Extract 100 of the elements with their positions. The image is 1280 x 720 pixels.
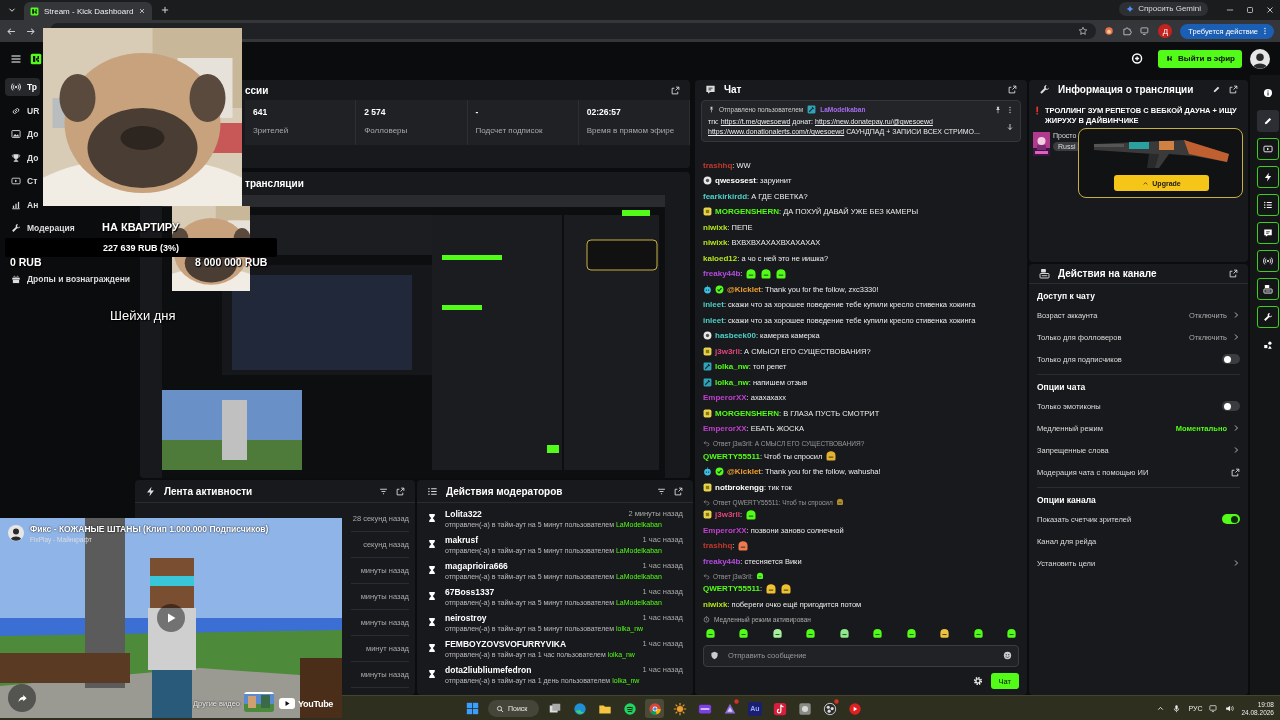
go-live-button[interactable]: Выйти в эфир (1158, 49, 1242, 68)
chat-username[interactable]: MORGENSHERN (715, 408, 779, 418)
popout-icon[interactable] (674, 486, 683, 496)
chat-username[interactable]: inleet (703, 315, 724, 325)
username: 67Boss1337 (445, 586, 495, 597)
maximize-icon[interactable] (1245, 5, 1255, 15)
broadcast-button[interactable] (1256, 250, 1279, 272)
chevron-right-icon[interactable] (1232, 559, 1240, 567)
toggle-switch[interactable] (1222, 401, 1240, 411)
chevron-right-icon[interactable] (1232, 446, 1240, 454)
media-icon[interactable] (1140, 26, 1151, 36)
start-icon[interactable] (466, 702, 479, 715)
sidebar-item[interactable]: UR (5, 101, 43, 120)
chat-username[interactable]: j3w3rll (715, 510, 740, 520)
panel-title: Действия на канале (1058, 268, 1157, 279)
chat-button[interactable] (1256, 222, 1279, 244)
chat-username[interactable]: QWERTY55511 (703, 451, 760, 461)
more-icon[interactable] (1006, 105, 1014, 114)
volume-icon[interactable] (1225, 704, 1235, 713)
chat-username[interactable]: j3w3rll (715, 346, 740, 356)
filter-icon[interactable] (379, 486, 388, 496)
wrench-button[interactable] (1256, 306, 1279, 328)
username: dota2liubliumefedron (445, 664, 532, 675)
video-button[interactable] (1256, 138, 1279, 160)
add-circle-icon[interactable] (1131, 52, 1145, 65)
toggle-switch[interactable] (1222, 514, 1240, 524)
browser-icon[interactable] (572, 701, 587, 716)
chat-username[interactable]: QWERTY55511 (703, 584, 760, 594)
extension-icon[interactable] (1104, 26, 1115, 36)
chat-icon (705, 83, 716, 95)
forward-icon[interactable] (25, 25, 36, 37)
close-icon[interactable] (1265, 5, 1275, 15)
sidebar-item[interactable]: Ан (5, 195, 42, 214)
settings-icon[interactable] (972, 676, 983, 686)
sun-icon[interactable] (672, 701, 687, 716)
app-icon[interactable] (797, 701, 812, 716)
music-app-icon[interactable] (622, 701, 637, 716)
popout-icon[interactable] (1008, 84, 1017, 94)
chat-username[interactable]: notbrokengg (715, 482, 764, 492)
chevron-right-icon[interactable] (1232, 311, 1240, 319)
filter-icon[interactable] (657, 486, 666, 496)
chevron-right-icon[interactable] (1232, 333, 1240, 341)
assistant-button[interactable]: Спросить Gemini (1119, 1, 1208, 16)
hourglass-icon (427, 617, 437, 627)
subscriber-badge-icon (703, 482, 712, 492)
external-link-icon[interactable] (1231, 467, 1240, 477)
hourglass-icon (427, 643, 437, 653)
pencil-icon[interactable] (1212, 84, 1221, 94)
menu-icon[interactable] (10, 52, 22, 65)
chevron-right-icon[interactable] (1232, 424, 1240, 432)
trophy-icon (11, 152, 21, 163)
subscriber-badge-icon (703, 510, 712, 520)
username: FEMBOYZOVSVOFURRYVIKA (445, 638, 567, 649)
microphone-icon[interactable] (1172, 704, 1182, 713)
moderator-badge-icon (703, 377, 712, 387)
music-note-icon[interactable] (772, 701, 787, 716)
kick-logo[interactable] (30, 52, 42, 65)
popout-icon[interactable] (396, 486, 405, 496)
back-icon[interactable] (6, 25, 17, 37)
app-icon[interactable] (822, 701, 837, 716)
bolt-button[interactable] (1256, 166, 1279, 188)
pencil-button[interactable] (1256, 110, 1279, 132)
extensions-icon[interactable] (1122, 26, 1133, 36)
channel-button[interactable] (1256, 278, 1279, 300)
toggle-switch[interactable] (1222, 354, 1240, 364)
browser-tab[interactable]: Stream - Kick Dashboard (24, 2, 152, 20)
stat-label: Зрителей (253, 126, 290, 135)
chat-username[interactable]: qwesosest (715, 176, 756, 186)
popout-icon[interactable] (1229, 269, 1238, 278)
moderator-badge-icon (703, 362, 712, 372)
emoji-icon[interactable] (1003, 650, 1012, 660)
task-view-icon[interactable] (547, 701, 562, 716)
profile-avatar[interactable]: Д (1158, 24, 1173, 38)
image-icon (11, 129, 21, 139)
close-icon[interactable] (138, 7, 147, 15)
avatar[interactable] (1250, 48, 1270, 69)
video-app-icon[interactable] (847, 701, 862, 716)
browser-icon[interactable] (647, 701, 662, 716)
popout-icon[interactable] (671, 85, 680, 95)
sidebar-item[interactable]: Тр (5, 78, 41, 96)
new-tab-icon[interactable] (160, 5, 170, 15)
stat-label: Подсчет подписок (475, 126, 544, 135)
sidebar-item[interactable]: До (5, 125, 42, 143)
timer-icon (703, 616, 710, 623)
sidebar-item[interactable]: Модерация (5, 219, 78, 237)
sidebar-item[interactable]: До (5, 148, 42, 167)
list-button[interactable] (1256, 194, 1279, 216)
star-icon[interactable] (1078, 26, 1089, 36)
arrow-down-icon[interactable] (1006, 123, 1014, 131)
popout-icon[interactable] (1229, 84, 1238, 94)
chat-username[interactable]: MORGENSHERN (715, 207, 779, 217)
network-icon[interactable] (1209, 704, 1219, 713)
chat-username[interactable]: inleet (703, 300, 724, 310)
chevron-up-icon[interactable] (1156, 704, 1166, 713)
sidebar-item[interactable]: Ст (5, 172, 41, 190)
panel-title: трансляции (245, 178, 304, 189)
sidebar-item[interactable]: Дропы и вознаграждени (5, 270, 134, 288)
pin-icon[interactable] (994, 105, 1002, 114)
chat-username[interactable]: hasbeek00 (715, 331, 756, 341)
username: makrusf (445, 534, 479, 545)
